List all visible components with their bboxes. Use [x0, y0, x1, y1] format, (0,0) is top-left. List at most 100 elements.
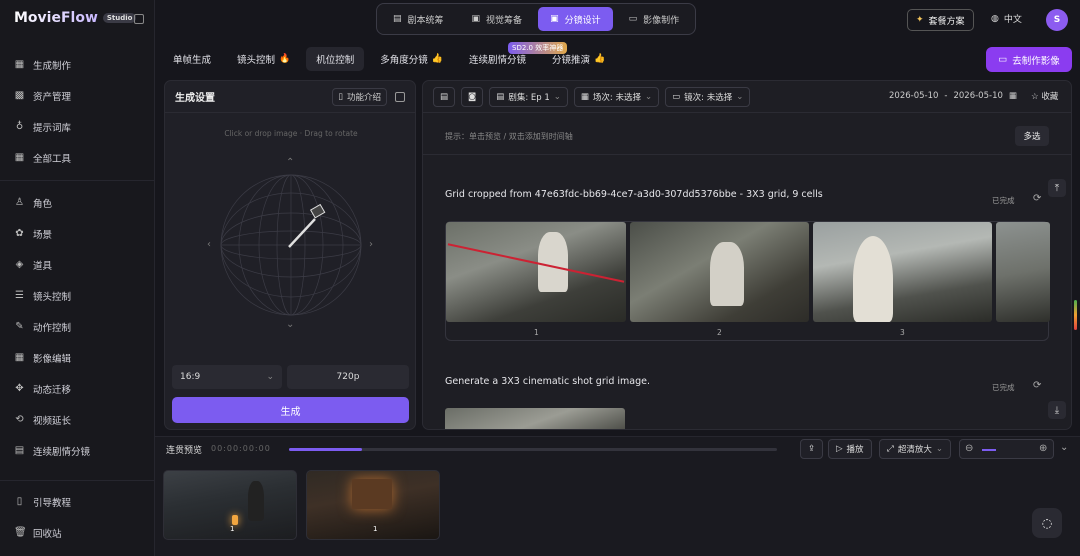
- thumbs-up-icon: 👍: [594, 54, 606, 64]
- avatar[interactable]: S: [1046, 9, 1068, 31]
- sidebar-item[interactable]: ▦ 影像编辑: [0, 342, 155, 373]
- panel-header: 生成设置 ▯ 功能介绍: [165, 81, 415, 113]
- favorite-button[interactable]: ☆ 收藏: [1031, 90, 1058, 102]
- panel-title: 生成设置: [175, 93, 215, 104]
- calendar-icon: ▦: [580, 91, 589, 102]
- sparkle-icon: ✦: [916, 15, 924, 25]
- upscale-button[interactable]: ⤢ 超清放大 ⌄: [879, 439, 951, 459]
- sidebar-item[interactable]: ♙ 角色: [0, 187, 155, 218]
- sidebar-item[interactable]: ✥ 动态迁移: [0, 373, 155, 404]
- tab-storyboard[interactable]: ▣ 分镜设计: [538, 7, 613, 31]
- shot-number: 3: [900, 328, 905, 337]
- scroll-top-icon[interactable]: ⤒: [1048, 179, 1066, 197]
- sidebar-item[interactable]: ✎ 动作控制: [0, 311, 155, 342]
- regenerate-icon[interactable]: ⟳: [1033, 380, 1041, 391]
- sidebar: MovieFlow Studio ▦ 生成制作 ▩ 资产管理 ♁ 提示词库 ▦ 全部工具 ♙ 角…: [0, 0, 155, 556]
- sidebar-item[interactable]: ▯ 引导教程: [0, 486, 155, 517]
- shot-thumbnail-preview[interactable]: [445, 408, 625, 429]
- sliders-icon: ☰: [15, 290, 24, 301]
- sidebar-item-label: 连续剧情分镜: [33, 446, 91, 458]
- divider: [0, 180, 155, 181]
- tab-production[interactable]: ▭ 影像制作: [617, 7, 692, 31]
- rotate-up-icon[interactable]: ⌃: [286, 157, 294, 168]
- camera-sphere[interactable]: [217, 171, 365, 319]
- sidebar-item[interactable]: ▤ 连续剧情分镜: [0, 435, 155, 466]
- resolution-select[interactable]: 720p: [287, 365, 409, 389]
- rotate-left-icon[interactable]: ‹: [207, 239, 211, 250]
- drop-hint: Click or drop image · Drag to rotate: [224, 129, 358, 138]
- document-button[interactable]: ▤: [433, 86, 456, 107]
- shot-select[interactable]: ▭ 镜次: 未选择 ⌄: [665, 86, 751, 107]
- globe-icon: ◍: [991, 13, 999, 24]
- timeline-clip-2[interactable]: 1: [306, 470, 440, 540]
- sidebar-item[interactable]: ▩ 资产管理: [0, 80, 155, 111]
- zoom-out-icon[interactable]: ⊖: [965, 443, 973, 454]
- document-icon: ▤: [496, 91, 505, 102]
- shot-thumbnail-2[interactable]: [630, 222, 809, 322]
- rotate-right-icon[interactable]: ›: [369, 239, 373, 250]
- tab-script[interactable]: ▤ 剧本统筹: [381, 7, 456, 31]
- subtab-multi-angle[interactable]: 多角度分镜 👍: [370, 47, 453, 71]
- episode-select[interactable]: ▤ 剧集: Ep 1 ⌄: [489, 86, 568, 107]
- sidebar-item[interactable]: ▦ 全部工具: [0, 142, 155, 173]
- make-video-button[interactable]: ▭ 去制作影像: [986, 47, 1072, 72]
- sidebar-item[interactable]: ☰ 镜头控制: [0, 280, 155, 311]
- sidebar-item[interactable]: ◈ 道具: [0, 249, 155, 280]
- scene-select[interactable]: ▦ 场次: 未选择 ⌄: [573, 86, 660, 107]
- shot-thumbnail-4[interactable]: [996, 222, 1050, 322]
- regenerate-icon[interactable]: ⟳: [1033, 193, 1041, 204]
- sidebar-item[interactable]: ⟲ 视频延长: [0, 404, 155, 435]
- play-button[interactable]: ▷ 播放: [828, 439, 872, 459]
- logo[interactable]: MovieFlow Studio: [14, 10, 137, 26]
- trash-icon: 🗑: [14, 527, 27, 538]
- sidebar-item-label: 角色: [33, 198, 53, 210]
- subtab-camera-control[interactable]: 镜头控制 🔥: [227, 47, 300, 71]
- brand-name: MovieFlow: [14, 10, 98, 26]
- shot-thumbnail-3[interactable]: [813, 222, 992, 322]
- multi-select-button[interactable]: 多选: [1015, 126, 1049, 146]
- status-badge: 已完成: [992, 196, 1015, 205]
- chevron-down-icon[interactable]: ⌄: [1060, 442, 1068, 453]
- subtab-position-control[interactable]: 机位控制: [306, 47, 365, 71]
- zoom-in-icon[interactable]: ⊕: [1039, 443, 1047, 454]
- shot-thumbnail-1[interactable]: [446, 222, 626, 322]
- subtab-single-frame[interactable]: 单帧生成: [163, 47, 221, 71]
- language-switch[interactable]: ◍ 中文: [991, 12, 1022, 26]
- wand-icon: ✎: [15, 321, 24, 332]
- rotate-down-icon[interactable]: ⌄: [286, 319, 294, 330]
- timeline-label: 连贯预览: [166, 446, 203, 456]
- divider: [423, 154, 1071, 155]
- scene-value: 场次: 未选择: [592, 92, 641, 103]
- nav-group-tools: ♙ 角色 ✿ 场景 ◈ 道具 ☰ 镜头控制 ✎ 动作控制 ▦ 影像编辑 ✥ 动态迁移 ⟲ 视频延长 ▤ 连续剧情分…: [0, 187, 155, 466]
- camera-button[interactable]: ◙: [461, 86, 484, 107]
- sidebar-item[interactable]: ♁ 提示词库: [0, 111, 155, 142]
- timeline-clip-1[interactable]: 1: [163, 470, 297, 540]
- sidebar-item[interactable]: 🗑 回收站: [0, 517, 155, 548]
- calendar-icon: ▦: [1008, 91, 1017, 101]
- document-icon: ▤: [440, 91, 449, 102]
- tab-visual[interactable]: ▣ 视觉筹备: [460, 7, 535, 31]
- plan-button[interactable]: ✦ 套餐方案: [907, 9, 974, 31]
- generate-button[interactable]: 生成: [172, 397, 409, 423]
- expand-icon: ⤢: [887, 444, 894, 454]
- collapse-sidebar-icon[interactable]: [134, 14, 144, 24]
- date-range[interactable]: 2026-05-10-2026-05-10 ▦: [889, 91, 1017, 101]
- feature-intro-button[interactable]: ▯ 功能介绍: [332, 87, 387, 106]
- download-icon[interactable]: ⤓: [1048, 401, 1066, 419]
- apps-icon: ▦: [14, 152, 25, 163]
- move-icon: ✥: [15, 383, 24, 394]
- sidebar-item[interactable]: ▦ 生成制作: [0, 49, 155, 80]
- book-icon: ▯: [338, 91, 343, 102]
- subtab-label: 分镜推演: [552, 55, 591, 66]
- timeline: 连贯预览 00:00:00:00 ⇪ ▷ 播放 ⤢ 超清放大 ⌄ ⊖ ⊕ ⌄ 1 1: [155, 436, 1080, 556]
- chevron-down-icon: ⌄: [935, 444, 943, 454]
- timecode: 00:00:00:00: [211, 444, 271, 453]
- zoom-control[interactable]: ⊖ ⊕: [959, 439, 1054, 459]
- chat-icon[interactable]: ◌: [1032, 508, 1062, 538]
- timeline-scrubber[interactable]: [289, 448, 777, 451]
- clapper-icon: ▦: [14, 59, 25, 70]
- sidebar-item[interactable]: ✿ 场景: [0, 218, 155, 249]
- panel-toggle-icon[interactable]: [395, 91, 405, 102]
- aspect-ratio-select[interactable]: 16:9 ⌄: [172, 365, 282, 389]
- export-button[interactable]: ⇪: [800, 439, 824, 459]
